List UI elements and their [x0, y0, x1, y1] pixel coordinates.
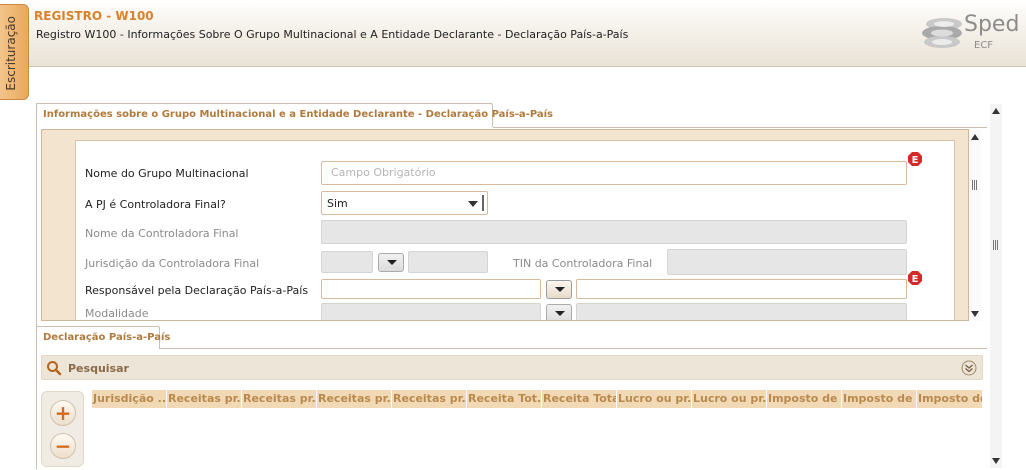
table-column-header[interactable]: Imposto de ... [842, 390, 917, 408]
add-button[interactable]: + [50, 400, 76, 426]
table-column-header[interactable]: Imposto de ... [767, 390, 842, 408]
register-subtitle: Registro W100 - Informações Sobre O Grup… [36, 28, 629, 41]
form-panel: Nome do Grupo Multinacional Campo Obriga… [41, 129, 969, 321]
responsavel-code-input[interactable] [321, 279, 541, 299]
main-scrollbar[interactable] [990, 104, 1002, 468]
sped-logo-icon [922, 18, 962, 48]
table-column-header[interactable]: Receita Total [542, 390, 617, 408]
page-header: REGISTRO - W100 Registro W100 - Informaç… [29, 0, 1026, 67]
jurisdicao-name-input[interactable] [408, 251, 488, 273]
remove-button[interactable]: − [50, 433, 76, 459]
row-actions: + − [41, 391, 84, 467]
side-tab-label: Escrituração [4, 16, 18, 91]
pj-controladora-select[interactable]: Sim [321, 191, 488, 215]
tab-declaracao-pais-a-pais[interactable]: Declaração País-a-País [36, 326, 170, 349]
expand-icon[interactable] [961, 360, 977, 376]
search-label: Pesquisar [68, 362, 129, 375]
tab-grupo-multinacional[interactable]: Informações sobre o Grupo Multinacional … [36, 103, 553, 127]
nome-grupo-placeholder: Campo Obrigatório [331, 166, 436, 179]
nome-grupo-input[interactable]: Campo Obrigatório [321, 161, 907, 185]
table-column-header[interactable]: Lucro ou pr... [692, 390, 767, 408]
table-column-header[interactable]: Receitas pr... [392, 390, 467, 408]
modalidade-dropdown-button[interactable] [546, 304, 572, 320]
pj-controladora-value: Sim [327, 197, 348, 210]
responsavel-name-input[interactable] [576, 279, 907, 299]
table-column-header[interactable]: Receita Tot... [467, 390, 542, 408]
modalidade-label: Modalidade [85, 307, 149, 320]
table-column-header[interactable]: Receitas pr... [167, 390, 242, 408]
responsavel-dropdown-button[interactable] [546, 280, 572, 299]
register-title: REGISTRO - W100 [34, 9, 154, 23]
nome-controladora-input[interactable] [321, 220, 907, 244]
scroll-grip-icon[interactable] [972, 180, 978, 190]
modalidade-name-input[interactable] [576, 303, 907, 320]
scroll-down-icon[interactable] [971, 311, 979, 317]
form-inner: Nome do Grupo Multinacional Campo Obriga… [75, 140, 955, 320]
nome-grupo-label: Nome do Grupo Multinacional [85, 167, 249, 180]
tin-label: TIN da Controladora Final [513, 257, 653, 270]
sped-logo: Sped ECF [920, 12, 1024, 56]
table-column-header[interactable]: Receitas pr... [242, 390, 317, 408]
modalidade-code-input[interactable] [321, 303, 541, 320]
scroll-grip-icon[interactable] [993, 240, 999, 250]
logo-subtext: ECF [974, 40, 994, 51]
minus-icon: − [54, 434, 72, 458]
panel-border-left [36, 103, 37, 469]
tab-declaracao-label: Declaração País-a-País [43, 332, 171, 343]
svg-text:E: E [912, 155, 919, 166]
pj-controladora-label: A PJ é Controladora Final? [85, 198, 226, 211]
jurisdicao-dropdown-button[interactable] [378, 253, 404, 272]
error-badge-icon: E [908, 271, 922, 285]
side-tab-escrituracao[interactable]: Escrituração [0, 4, 29, 100]
bottom-tab-border [160, 348, 987, 349]
scroll-up-icon[interactable] [971, 134, 979, 140]
jurisdicao-code-input[interactable] [321, 251, 373, 273]
plus-icon: + [54, 401, 72, 425]
scroll-up-icon[interactable] [992, 108, 1000, 114]
table-column-header[interactable]: Lucro ou pr... [617, 390, 692, 408]
jurisdicao-label: Jurisdição da Controladora Final [85, 257, 260, 270]
logo-text: Sped [964, 12, 1020, 37]
panel-border-top [493, 127, 987, 128]
select-divider [482, 195, 484, 211]
chevron-down-icon [468, 201, 478, 207]
responsavel-label: Responsável pela Declaração País-a-País [85, 284, 309, 297]
error-badge-icon: E [908, 152, 922, 166]
tin-input[interactable] [667, 249, 907, 275]
form-scrollbar[interactable] [969, 130, 981, 321]
table-column-header[interactable]: Imposto de [917, 390, 983, 408]
nome-controladora-label: Nome da Controladora Final [85, 227, 239, 240]
search-bar[interactable]: Pesquisar [41, 355, 983, 380]
scroll-down-icon[interactable] [992, 458, 1000, 464]
table-column-header[interactable]: Jurisdição ... [92, 390, 167, 408]
svg-text:E: E [912, 274, 919, 285]
search-icon [47, 361, 62, 376]
tab-grupo-multinacional-label: Informações sobre o Grupo Multinacional … [43, 109, 554, 120]
table-column-header[interactable]: Receitas pr... [317, 390, 392, 408]
